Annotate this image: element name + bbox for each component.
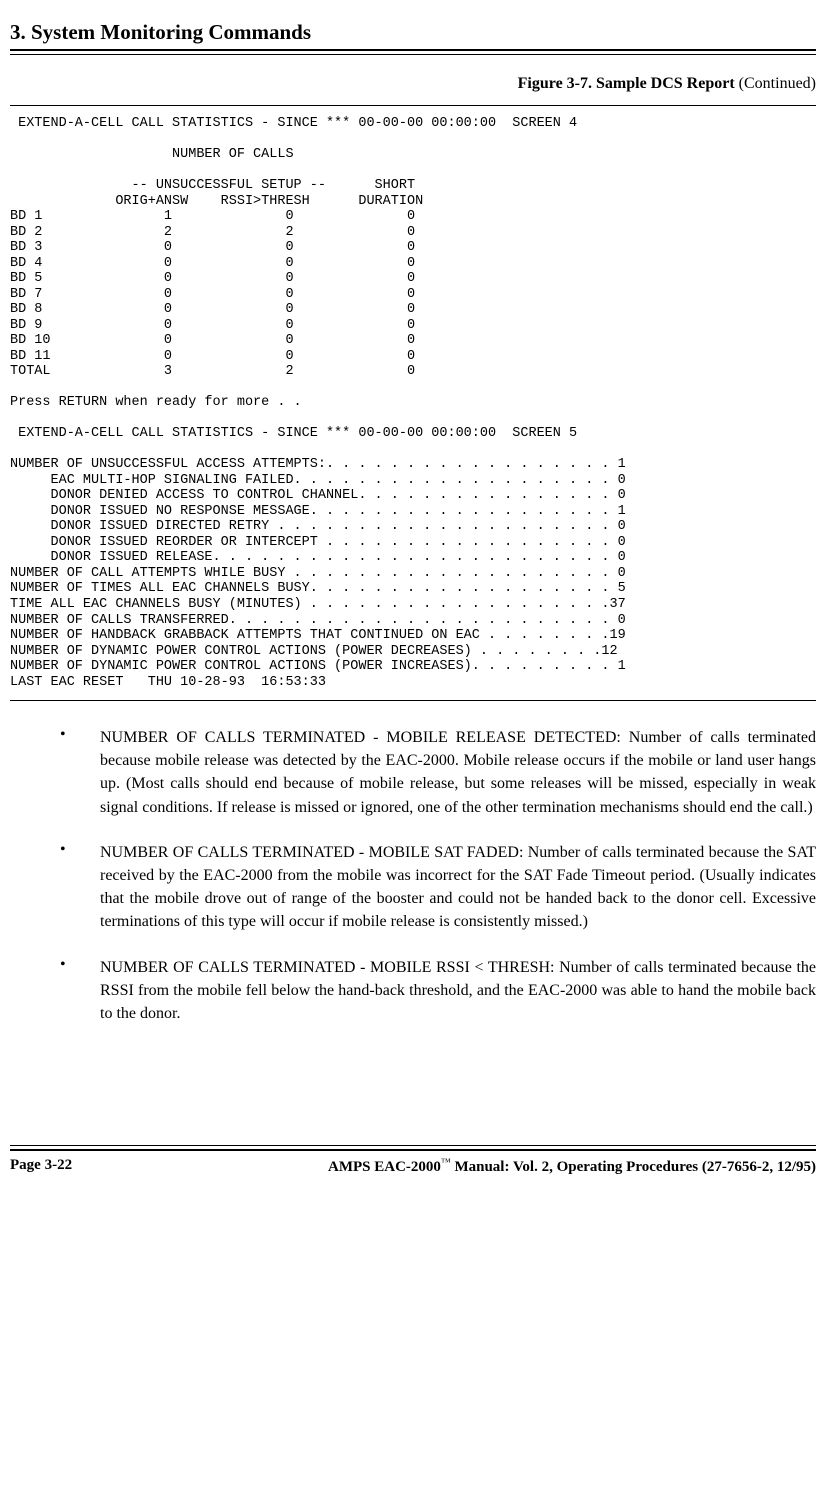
figure-label: Figure 3-7. Sample DCS Report <box>518 75 735 92</box>
section-rule <box>10 49 816 55</box>
manual-suffix: Manual: Vol. 2, Operating Procedures (27… <box>451 1159 816 1175</box>
bullet-list: • NUMBER OF CALLS TERMINATED - MOBILE RE… <box>60 726 816 1025</box>
trademark-icon: ™ <box>441 1157 451 1168</box>
figure-suffix: (Continued) <box>735 75 816 92</box>
bullet-icon: • <box>60 841 100 934</box>
bullet-icon: • <box>60 956 100 1026</box>
bullet-icon: • <box>60 726 100 819</box>
bullet-text: NUMBER OF CALLS TERMINATED - MOBILE RSSI… <box>100 956 816 1026</box>
manual-title: AMPS EAC-2000™ Manual: Vol. 2, Operating… <box>328 1157 816 1176</box>
figure-bottom-rule <box>10 700 816 701</box>
figure-caption: Figure 3-7. Sample DCS Report (Continued… <box>10 75 816 93</box>
list-item: • NUMBER OF CALLS TERMINATED - MOBILE RE… <box>60 726 816 819</box>
bullet-text: NUMBER OF CALLS TERMINATED - MOBILE SAT … <box>100 841 816 934</box>
manual-prefix: AMPS EAC-2000 <box>328 1159 441 1175</box>
bullet-text: NUMBER OF CALLS TERMINATED - MOBILE RELE… <box>100 726 816 819</box>
figure-top-rule <box>10 105 816 106</box>
page-number: Page 3-22 <box>10 1157 72 1176</box>
list-item: • NUMBER OF CALLS TERMINATED - MOBILE RS… <box>60 956 816 1026</box>
list-item: • NUMBER OF CALLS TERMINATED - MOBILE SA… <box>60 841 816 934</box>
footer-rule <box>10 1145 816 1151</box>
chapter-title: 3. System Monitoring Commands <box>10 20 816 45</box>
dcs-report-text: EXTEND-A-CELL CALL STATISTICS - SINCE **… <box>10 116 816 690</box>
page-footer: Page 3-22 AMPS EAC-2000™ Manual: Vol. 2,… <box>10 1157 816 1176</box>
